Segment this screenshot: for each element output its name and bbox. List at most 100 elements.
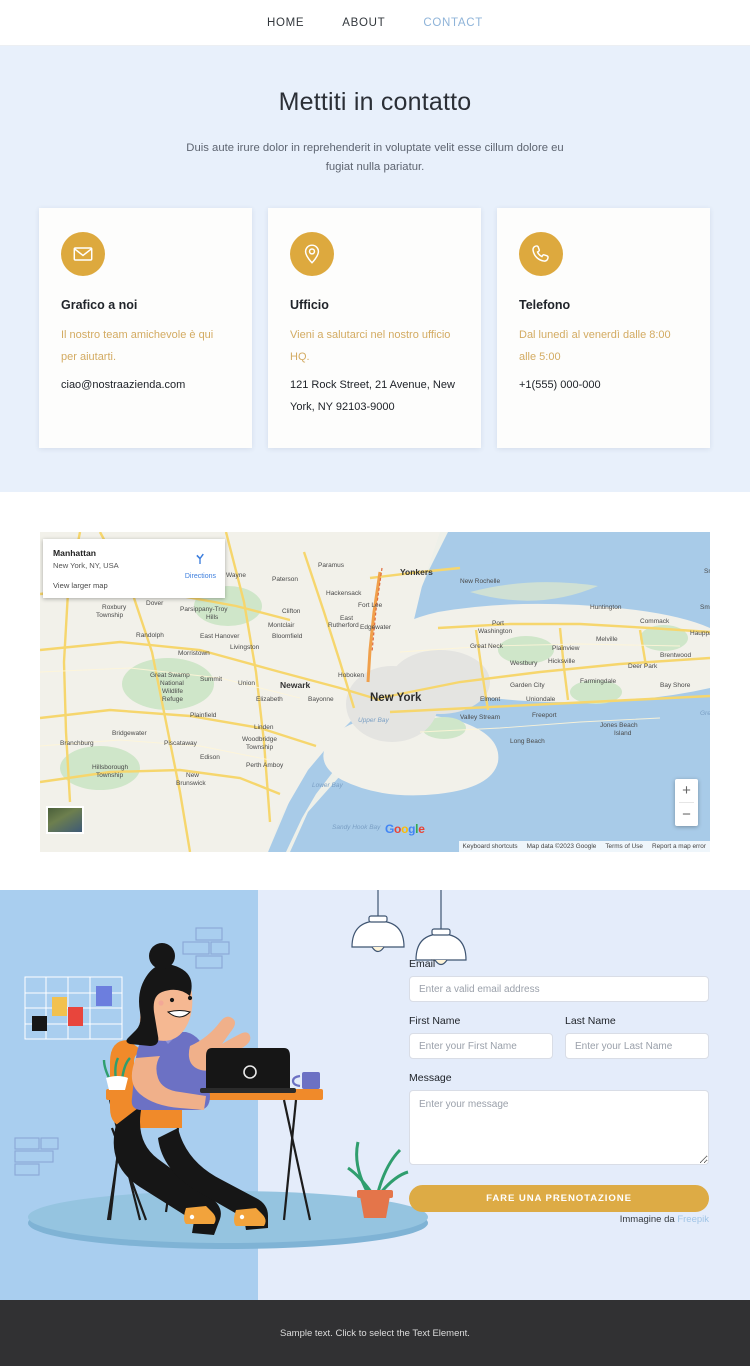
map-label: Westbury xyxy=(510,660,538,667)
map-label: Deer Park xyxy=(628,663,658,670)
map-label: Port xyxy=(492,620,504,627)
map-label: Commack xyxy=(640,618,670,625)
map-label: Wayne xyxy=(226,572,246,579)
map-satellite-thumbnail[interactable] xyxy=(46,806,84,834)
page-subtitle: Duis aute irure dolor in reprehenderit i… xyxy=(186,142,564,173)
card-value[interactable]: +1(555) 000-000 xyxy=(519,375,688,396)
map-embed[interactable]: New York Newark Yonkers Paramus New Rochelle… xyxy=(40,532,710,852)
nav-item-about[interactable]: ABOUT xyxy=(342,17,385,29)
card-description: Vieni a salutarci nel nostro ufficio HQ. xyxy=(290,329,451,363)
map-label: Edison xyxy=(200,754,220,761)
map-section: New York Newark Yonkers Paramus New Rochelle… xyxy=(0,492,750,890)
terms-of-use-link[interactable]: Terms of Use xyxy=(605,843,643,850)
nav-item-home[interactable]: HOME xyxy=(267,17,304,29)
map-label: Upper Bay xyxy=(358,717,389,724)
card-title: Grafico a noi xyxy=(61,298,138,313)
map-label: East Hanover xyxy=(200,633,240,640)
map-label: Plainview xyxy=(552,645,580,652)
map-label: Roxbury xyxy=(102,604,127,611)
map-label: Plainfield xyxy=(190,712,217,719)
map-label: Island xyxy=(614,730,632,737)
map-label: Washington xyxy=(478,628,513,635)
map-label: Bridgewater xyxy=(112,730,147,737)
freepik-link[interactable]: Freepik xyxy=(677,1214,709,1225)
directions-icon xyxy=(196,553,205,564)
first-name-input[interactable] xyxy=(409,1033,553,1059)
map-data-text: Map data ©2023 Google xyxy=(526,843,597,850)
contact-cards: Grafico a noi Il nostro team amichevole … xyxy=(39,208,711,448)
map-label: Melville xyxy=(596,636,618,643)
map-label: Hoboken xyxy=(338,672,365,679)
map-label: Elizabeth xyxy=(256,696,283,703)
map-label: Freeport xyxy=(532,712,557,719)
map-label: Morristown xyxy=(178,650,210,657)
map-label: Township xyxy=(96,772,124,779)
map-label: Lower Bay xyxy=(312,782,343,789)
map-label: Dover xyxy=(146,600,164,607)
card-value[interactable]: ciao@nostraazienda.com xyxy=(61,375,230,396)
phone-icon xyxy=(519,232,563,277)
map-label: Huntington xyxy=(590,604,622,611)
map-label: Smithto xyxy=(700,604,710,611)
map-label: Branchburg xyxy=(60,740,94,747)
contact-form: Email First Name Last Name Message FARE … xyxy=(409,958,709,1212)
card-title: Ufficio xyxy=(290,298,329,313)
map-label: Bayonne xyxy=(308,696,334,703)
map-label: Great So xyxy=(700,710,710,717)
map-label: Township xyxy=(96,612,124,619)
map-label: Yonkers xyxy=(400,567,433,577)
message-textarea[interactable] xyxy=(409,1090,709,1165)
view-larger-map-link[interactable]: View larger map xyxy=(53,581,215,590)
google-logo: Google xyxy=(385,822,425,836)
directions-label: Directions xyxy=(184,573,216,580)
navbar: HOME ABOUT CONTACT xyxy=(0,0,750,46)
map-label: Uniondale xyxy=(526,696,556,703)
map-label: Hillsborough xyxy=(92,764,129,771)
contact-card-email[interactable]: Grafico a noi Il nostro team amichevole … xyxy=(39,208,252,448)
page-title: Mettiti in contatto xyxy=(278,88,472,116)
map-label: Bloomfield xyxy=(272,633,303,640)
map-zoom-controls[interactable]: + − xyxy=(675,779,698,826)
map-label: Fort Lee xyxy=(358,602,383,609)
keyboard-shortcuts-link[interactable]: Keyboard shortcuts xyxy=(463,843,518,850)
zoom-out-button[interactable]: − xyxy=(675,803,698,826)
map-label: Livingston xyxy=(230,644,260,651)
last-name-input[interactable] xyxy=(565,1033,709,1059)
map-label: Farmingdale xyxy=(580,678,617,685)
map-label: National xyxy=(160,680,184,687)
directions-button[interactable]: Directions xyxy=(185,550,216,580)
map-label: Montclair xyxy=(268,622,295,629)
map-info-card[interactable]: Manhattan New York, NY, USA View larger … xyxy=(43,539,225,598)
map-label: Garden City xyxy=(510,682,545,689)
footer: Sample text. Click to select the Text El… xyxy=(0,1300,750,1366)
map-label: New Rochelle xyxy=(460,578,501,585)
zoom-in-button[interactable]: + xyxy=(675,779,698,802)
card-title: Telefono xyxy=(519,298,571,313)
location-pin-icon xyxy=(290,232,334,277)
map-label: Hicksville xyxy=(548,658,576,665)
card-description: Il nostro team amichevole è qui per aiut… xyxy=(61,329,214,363)
email-input[interactable] xyxy=(409,976,709,1002)
map-label: Jones Beach xyxy=(600,722,638,729)
card-description: Dal lunedì al venerdì dalle 8:00 alle 5:… xyxy=(519,329,671,363)
map-label: Paramus xyxy=(318,562,345,569)
map-label: New xyxy=(186,772,200,779)
map-attribution: Keyboard shortcuts Map data ©2023 Google… xyxy=(458,841,710,852)
contact-card-office[interactable]: Ufficio Vieni a salutarci nel nostro uff… xyxy=(268,208,481,448)
footer-text[interactable]: Sample text. Click to select the Text El… xyxy=(280,1328,470,1339)
contact-form-section: Email First Name Last Name Message FARE … xyxy=(0,890,750,1300)
map-label: Wildlife xyxy=(162,688,183,695)
map-label: Piscataway xyxy=(164,740,197,747)
contact-card-phone[interactable]: Telefono Dal lunedì al venerdì dalle 8:0… xyxy=(497,208,710,448)
submit-booking-button[interactable]: FARE UNA PRENOTAZIONE xyxy=(409,1185,709,1212)
email-label: Email xyxy=(409,958,436,970)
map-label: Long Beach xyxy=(510,738,545,745)
nav-item-contact[interactable]: CONTACT xyxy=(423,17,483,29)
report-map-error-link[interactable]: Report a map error xyxy=(652,843,706,850)
map-label: Linden xyxy=(254,724,274,731)
map-label: Summit xyxy=(200,676,223,683)
map-label: Great Swamp xyxy=(150,672,190,679)
map-label: Rutherford xyxy=(328,622,359,629)
map-label: Edgewater xyxy=(360,624,392,631)
map-label: Newark xyxy=(280,680,311,690)
